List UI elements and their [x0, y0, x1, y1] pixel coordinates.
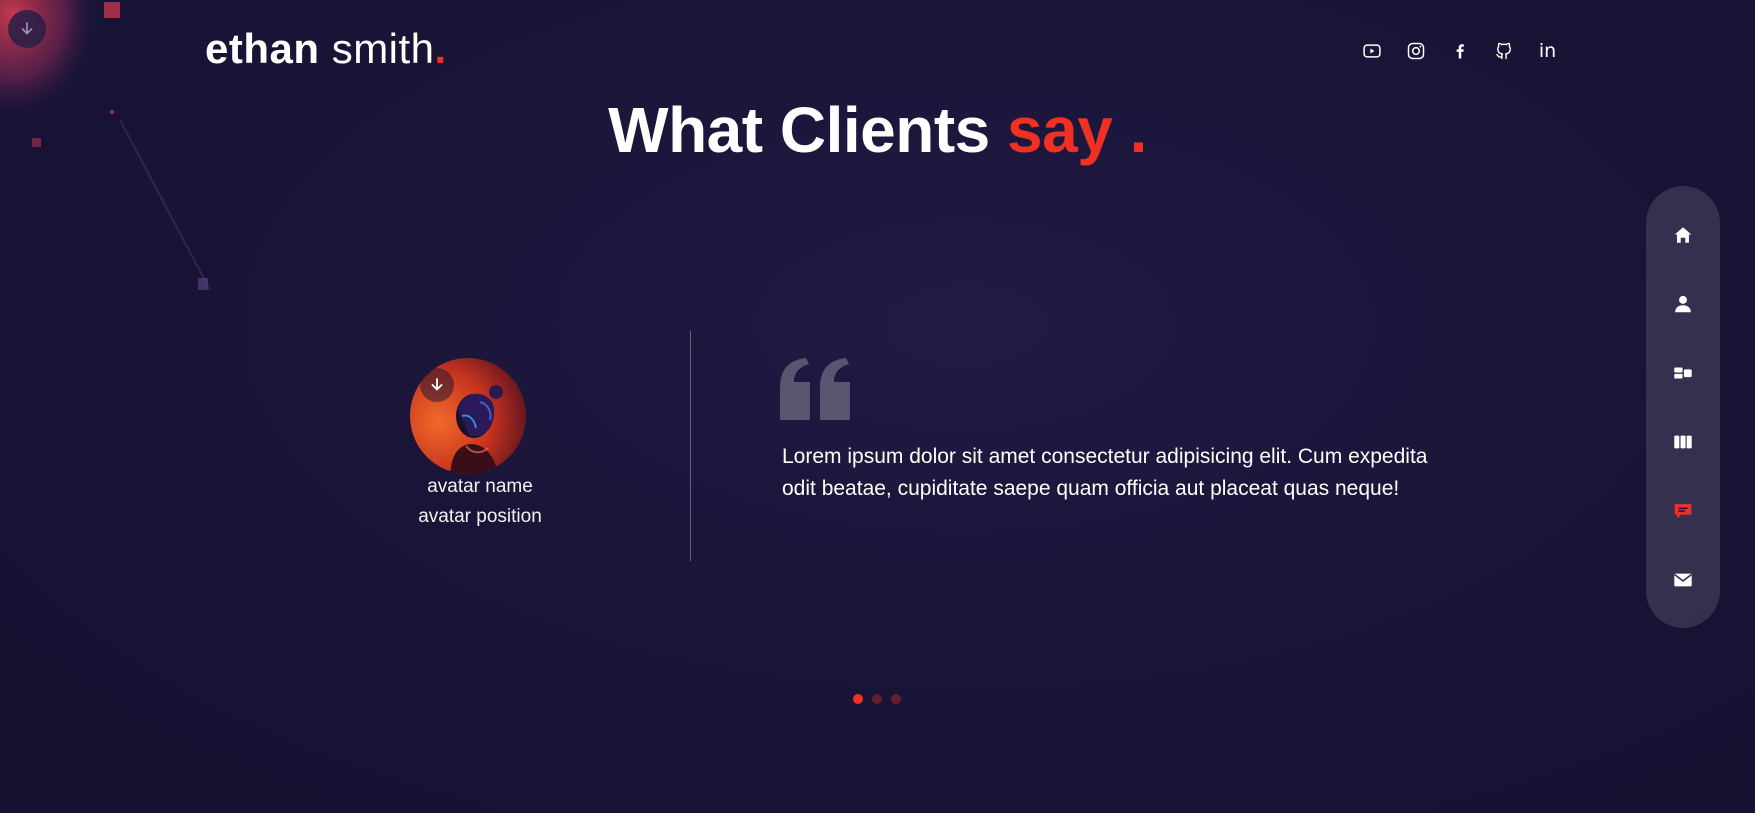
arrow-down-icon: [21, 22, 33, 35]
linkedin-icon[interactable]: in: [1537, 39, 1558, 62]
pagination-dot-2[interactable]: [872, 694, 882, 704]
instagram-icon[interactable]: [1405, 40, 1426, 61]
home-icon[interactable]: [1671, 223, 1695, 247]
heading-main: What Clients: [608, 94, 1007, 166]
social-links: in: [1361, 39, 1558, 62]
avatar-position: avatar position: [418, 506, 542, 527]
logo-dot: .: [434, 25, 447, 72]
vertical-divider: [690, 331, 691, 561]
user-icon[interactable]: [1671, 292, 1695, 316]
github-icon[interactable]: [1493, 40, 1514, 61]
facebook-icon[interactable]: [1449, 40, 1470, 61]
logo-first-name: ethan: [205, 25, 320, 72]
logo-last-name: smith: [331, 25, 435, 72]
avatar-name: avatar name: [427, 476, 533, 497]
mail-icon[interactable]: [1671, 568, 1695, 592]
slider-pagination: [853, 694, 901, 704]
heading-accent: say .: [1007, 94, 1147, 166]
section-heading: What Clients say .: [0, 93, 1755, 167]
linkedin-text: in: [1538, 39, 1557, 62]
services-icon[interactable]: [1671, 361, 1695, 385]
pagination-dot-3[interactable]: [891, 694, 901, 704]
youtube-icon[interactable]: [1361, 40, 1382, 61]
avatar-download-button[interactable]: [420, 368, 454, 402]
work-icon[interactable]: [1671, 430, 1695, 454]
testimonial-text: Lorem ipsum dolor sit amet consectetur a…: [782, 445, 1428, 500]
site-logo[interactable]: ethan smith.: [205, 28, 447, 70]
pagination-dot-1[interactable]: [853, 694, 863, 704]
side-navigation: [1646, 186, 1720, 628]
download-button[interactable]: [8, 10, 46, 48]
arrow-down-icon: [431, 378, 443, 391]
testimonials-icon[interactable]: [1671, 499, 1695, 523]
quote-icon: [780, 358, 850, 420]
